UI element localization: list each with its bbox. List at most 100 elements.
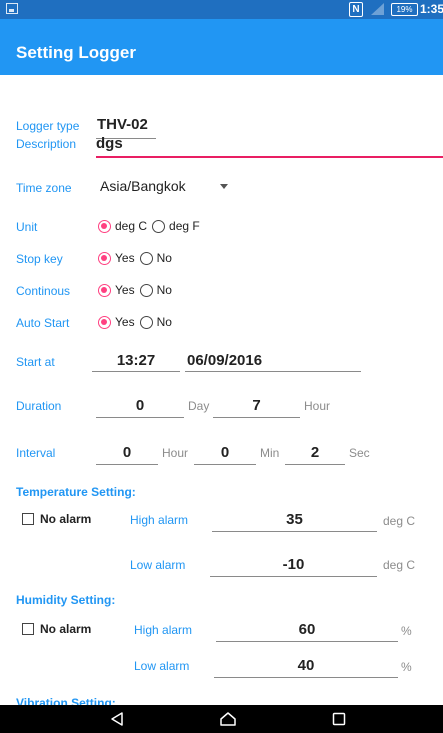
page-title: Setting Logger: [16, 43, 136, 62]
home-icon[interactable]: [219, 711, 237, 727]
humidity-high-alarm-value: 60: [298, 621, 316, 638]
humidity-low-alarm-input[interactable]: 40: [214, 654, 398, 678]
temperature-low-unit: deg C: [383, 558, 416, 572]
logger-type-value: THV-02: [97, 116, 148, 133]
interval-label: Interval: [16, 446, 56, 460]
checkbox-icon: [22, 623, 34, 635]
interval-hour-underline: [96, 464, 158, 465]
description-label: Description: [16, 137, 77, 151]
humidity-no-alarm-label: No alarm: [40, 622, 92, 636]
interval-hour-value: 0: [122, 444, 132, 461]
interval-min-input[interactable]: 0: [194, 441, 256, 465]
stop-key-radio-group: Yes No: [98, 251, 177, 265]
duration-hour-input[interactable]: 7: [213, 394, 300, 418]
description-input[interactable]: dgs: [96, 132, 443, 158]
temperature-low-alarm-label: Low alarm: [130, 558, 186, 572]
notification-image-icon: [6, 3, 18, 14]
temperature-section-title: Temperature Setting:: [16, 485, 136, 499]
start-at-label: Start at: [16, 355, 55, 369]
continous-radio-yes[interactable]: [98, 283, 111, 297]
auto-start-radio-no[interactable]: [139, 315, 153, 329]
interval-min-underline: [194, 464, 256, 465]
humidity-no-alarm-checkbox[interactable]: No alarm: [22, 622, 91, 636]
status-time: 1:35: [420, 2, 443, 16]
temperature-no-alarm-label: No alarm: [40, 512, 92, 526]
temperature-high-alarm-label: High alarm: [130, 513, 189, 527]
interval-sec-underline: [285, 464, 345, 465]
humidity-low-alarm-value: 40: [297, 657, 315, 674]
unit-option-deg-c: deg C: [115, 219, 148, 233]
interval-sec-input[interactable]: 2: [285, 441, 345, 465]
time-zone-value: Asia/Bangkok: [100, 178, 186, 194]
unit-label: Unit: [16, 220, 38, 234]
temperature-no-alarm-checkbox[interactable]: No alarm: [22, 512, 91, 526]
humidity-low-underline: [214, 677, 398, 678]
duration-day-value: 0: [135, 397, 145, 414]
unit-radio-deg-f[interactable]: [152, 219, 166, 233]
checkbox-icon: [22, 513, 34, 525]
recents-icon[interactable]: [332, 712, 346, 726]
temperature-low-alarm-value: -10: [282, 556, 305, 573]
description-value: dgs: [96, 135, 123, 152]
stop-key-label: Stop key: [16, 252, 63, 266]
auto-start-radio-group: Yes No: [98, 315, 177, 329]
continous-label: Continous: [16, 284, 71, 298]
continous-radio-no[interactable]: [139, 283, 153, 297]
nfc-icon: N: [349, 2, 363, 17]
back-icon[interactable]: [109, 711, 125, 727]
time-zone-dropdown[interactable]: Asia/Bangkok: [96, 174, 236, 198]
start-time-field[interactable]: 13:27: [92, 350, 180, 372]
duration-hour-underline: [213, 417, 300, 418]
interval-min-unit: Min: [260, 446, 280, 460]
duration-day-unit: Day: [188, 399, 210, 413]
stop-key-radio-yes[interactable]: [98, 251, 111, 265]
duration-hour-value: 7: [252, 397, 261, 414]
auto-start-label: Auto Start: [16, 316, 70, 330]
status-bar: N 19% 1:35: [0, 0, 443, 19]
duration-day-input[interactable]: 0: [96, 394, 184, 418]
time-zone-label: Time zone: [16, 181, 72, 195]
start-time-value: 13:27: [116, 352, 156, 369]
temperature-high-alarm-input[interactable]: 35: [212, 508, 377, 532]
duration-hour-unit: Hour: [304, 399, 331, 413]
temperature-high-underline: [212, 531, 377, 532]
interval-hour-input[interactable]: 0: [96, 441, 158, 465]
signal-icon: [371, 3, 384, 15]
humidity-section-title: Humidity Setting:: [16, 593, 116, 607]
navigation-bar: [0, 705, 443, 733]
start-date-field[interactable]: 06/09/2016: [185, 350, 361, 372]
humidity-high-alarm-input[interactable]: 60: [216, 618, 398, 642]
duration-day-underline: [96, 417, 184, 418]
humidity-high-underline: [216, 641, 398, 642]
continous-option-yes: Yes: [115, 283, 135, 297]
humidity-low-alarm-label: Low alarm: [134, 659, 190, 673]
start-date-value: 06/09/2016: [187, 352, 263, 369]
start-time-underline: [92, 371, 180, 372]
humidity-low-unit: %: [401, 660, 412, 674]
stop-key-radio-no[interactable]: [139, 251, 153, 265]
temperature-high-alarm-value: 35: [286, 511, 303, 528]
temperature-high-unit: deg C: [383, 514, 416, 528]
interval-sec-value: 2: [310, 444, 320, 461]
continous-radio-group: Yes No: [98, 283, 177, 297]
duration-label: Duration: [16, 399, 62, 413]
temperature-low-alarm-input[interactable]: -10: [210, 553, 377, 577]
unit-radio-deg-c[interactable]: [98, 219, 111, 233]
logger-type-label: Logger type: [16, 119, 80, 133]
unit-option-deg-f: deg F: [169, 219, 200, 233]
humidity-high-unit: %: [401, 624, 412, 638]
continous-option-no: No: [156, 283, 172, 297]
humidity-high-alarm-label: High alarm: [134, 623, 193, 637]
stop-key-option-no: No: [156, 251, 172, 265]
unit-radio-group: deg C deg F: [98, 219, 205, 233]
start-date-underline: [185, 371, 361, 372]
interval-hour-unit: Hour: [162, 446, 189, 460]
auto-start-option-no: No: [156, 315, 172, 329]
auto-start-option-yes: Yes: [115, 315, 135, 329]
auto-start-radio-yes[interactable]: [98, 315, 111, 329]
battery-indicator: 19%: [391, 3, 418, 16]
chevron-down-icon: [220, 184, 228, 189]
interval-sec-unit: Sec: [349, 446, 370, 460]
description-underline: [96, 156, 443, 158]
stop-key-option-yes: Yes: [115, 251, 135, 265]
